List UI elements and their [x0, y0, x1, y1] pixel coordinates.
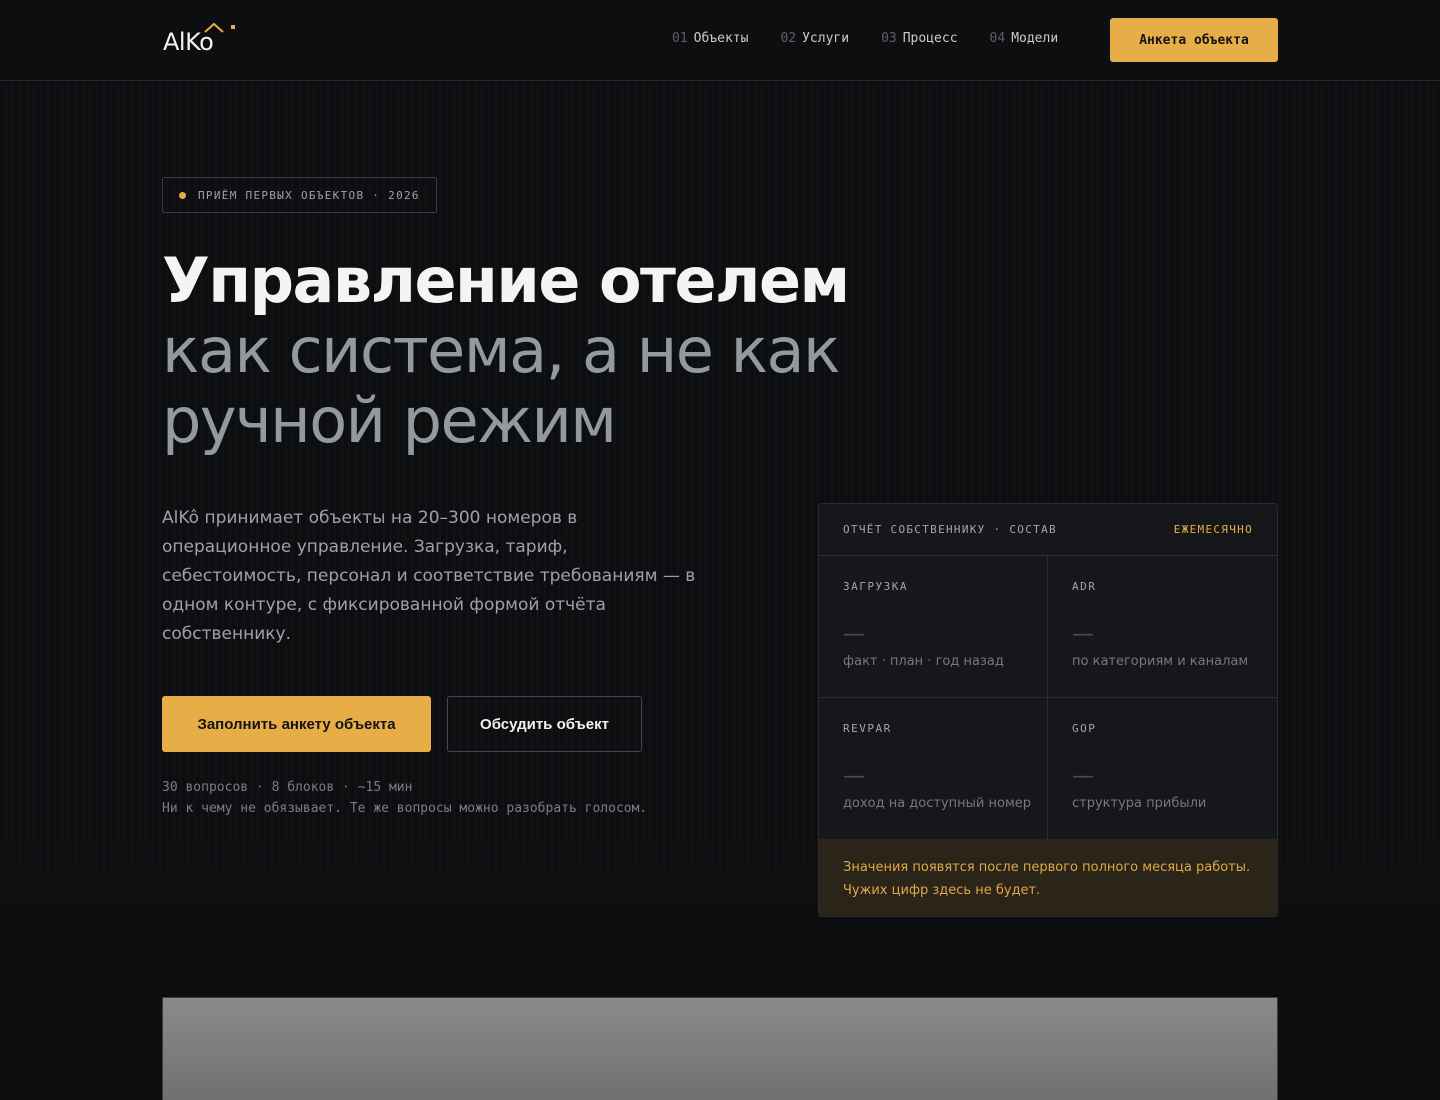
- questionnaire-button[interactable]: Анкета объекта: [1110, 18, 1278, 62]
- hero-meta: 30 вопросов · 8 блоков · ~15 мин Ни к че…: [162, 777, 647, 819]
- metric-value: —: [1072, 764, 1094, 789]
- note-line: Чужих цифр здесь не будет.: [843, 883, 1041, 898]
- title-strong: Управление отелем: [162, 244, 850, 317]
- card-title: ОТЧЁТ СОБСТВЕННИКУ · СОСТАВ: [843, 523, 1057, 536]
- nav-item-number: 04: [989, 31, 1006, 46]
- badge-label: ПРИЁМ ПЕРВЫХ ОБЪЕКТОВ · 2026: [198, 188, 420, 202]
- metric-value: —: [1072, 622, 1094, 647]
- logo-dot-icon: [231, 25, 235, 29]
- metric-label: GOP: [1072, 722, 1097, 735]
- metric-value: —: [843, 764, 865, 789]
- status-dot-icon: [179, 191, 186, 199]
- logo[interactable]: AlKo: [163, 22, 243, 58]
- roof-icon: [204, 22, 224, 33]
- hero-lead: AlKô принимает объекты на 20–300 номеров…: [162, 508, 696, 644]
- metric-adr: ADR — по категориям и каналам: [1048, 556, 1277, 698]
- note-line: Значения появятся после первого полного …: [843, 860, 1251, 875]
- nav-item-process[interactable]: 03 Процесс: [881, 31, 957, 51]
- status-badge: ПРИЁМ ПЕРВЫХ ОБЪЕКТОВ · 2026: [162, 177, 437, 213]
- nav-item-label: Услуги: [802, 31, 850, 46]
- site-header: AlKo 01 Объекты 02 Услуги 03 Процесс 04 Моде…: [0, 0, 1440, 81]
- metric-desc: факт · план · год назад: [843, 654, 1004, 669]
- hero-photo: [162, 997, 1278, 1100]
- fill-questionnaire-button[interactable]: Заполнить анкету объекта: [162, 696, 431, 752]
- nav-item-number: 02: [780, 31, 797, 46]
- nav-item-services[interactable]: 02 Услуги: [780, 31, 849, 51]
- nav-item-label: Процесс: [902, 31, 958, 46]
- card-header: ОТЧЁТ СОБСТВЕННИКУ · СОСТАВ ЕЖЕМЕСЯЧНО: [819, 504, 1277, 556]
- meta-line-note: Ни к чему не обязывает. Те же вопросы мо…: [162, 801, 648, 816]
- nav-item-number: 01: [672, 31, 688, 46]
- metric-occupancy: ЗАГРУЗКА — факт · план · год назад: [819, 556, 1048, 698]
- main-nav: 01 Объекты 02 Услуги 03 Процесс 04 Модели: [672, 31, 1090, 51]
- metric-label: ЗАГРУЗКА: [843, 580, 908, 593]
- discuss-object-button[interactable]: Обсудить объект: [447, 696, 642, 752]
- card-frequency: ЕЖЕМЕСЯЧНО: [1173, 523, 1253, 536]
- metric-gop: GOP — структура прибыли: [1048, 698, 1277, 840]
- card-note: Значения появятся после первого полного …: [819, 839, 1277, 916]
- nav-item-label: Модели: [1011, 31, 1059, 46]
- metric-desc: доход на доступный номер: [843, 796, 1032, 811]
- nav-item-objects[interactable]: 01 Объекты: [672, 31, 748, 51]
- meta-line-questions: 30 вопросов · 8 блоков · ~15 мин: [162, 780, 413, 795]
- metrics-grid: ЗАГРУЗКА — факт · план · год назад ADR —…: [819, 556, 1277, 840]
- page-title: Управление отелем как система, а не как …: [162, 246, 862, 456]
- metric-value: —: [843, 622, 865, 647]
- metric-label: REVPAR: [843, 722, 892, 735]
- nav-item-models[interactable]: 04 Модели: [990, 31, 1059, 51]
- metric-desc: по категориям и каналам: [1072, 654, 1249, 669]
- title-rest: как система, а не как ручной режим: [162, 314, 841, 457]
- nav-item-number: 03: [881, 31, 897, 46]
- nav-item-label: Объекты: [693, 31, 749, 46]
- owner-report-card: ОТЧЁТ СОБСТВЕННИКУ · СОСТАВ ЕЖЕМЕСЯЧНО З…: [818, 503, 1278, 917]
- metric-desc: структура прибыли: [1072, 796, 1207, 811]
- metric-revpar: REVPAR — доход на доступный номер: [819, 698, 1048, 840]
- metric-label: ADR: [1072, 580, 1097, 593]
